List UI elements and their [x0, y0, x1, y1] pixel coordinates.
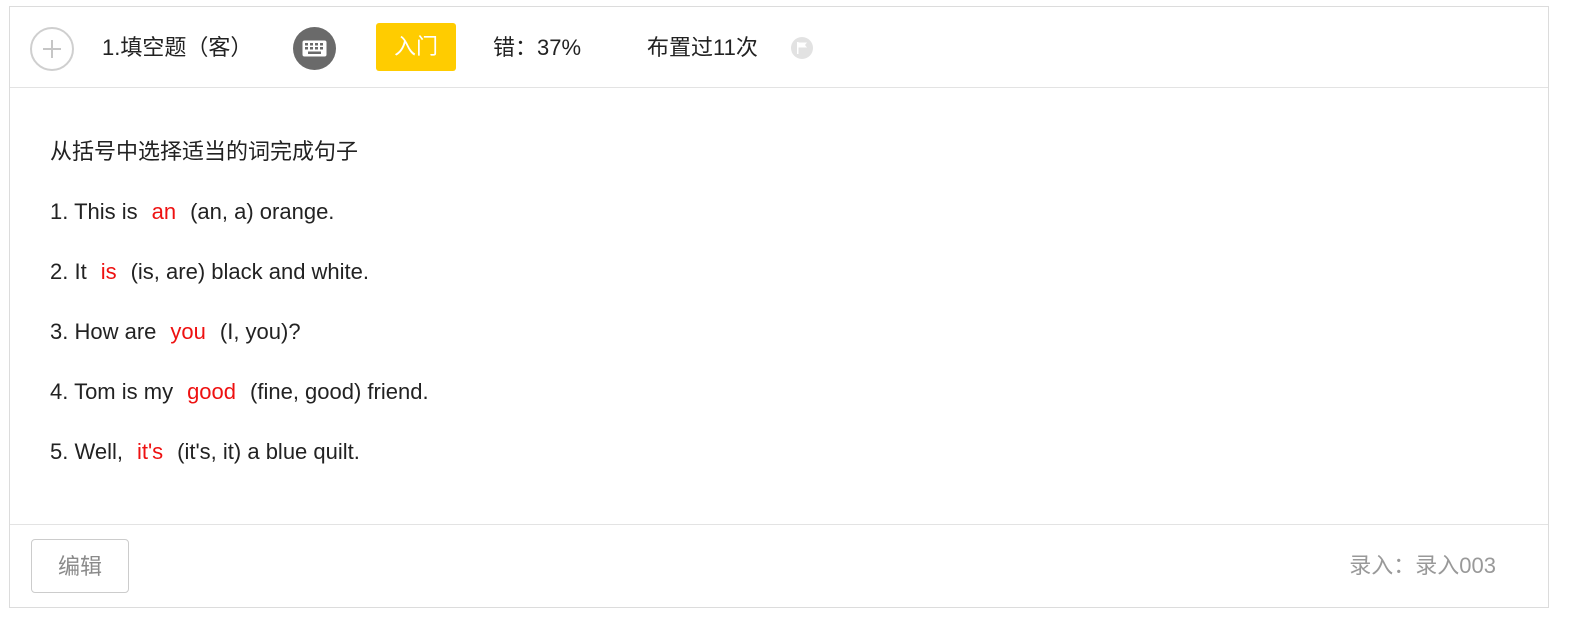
- question-body: 从括号中选择适当的词完成句子 1. This is an (an, a) orang…: [50, 137, 429, 497]
- question-title: 1.填空题（客）: [102, 35, 253, 60]
- answer-text: good: [187, 379, 237, 404]
- add-question-button[interactable]: [30, 27, 74, 71]
- answer-text: an: [151, 199, 177, 224]
- item-suffix: (I, you)?: [219, 319, 301, 344]
- error-rate: 错：37%: [493, 35, 582, 60]
- item-prefix: 2. It: [50, 259, 87, 284]
- keyboard-icon: [293, 27, 336, 70]
- item-suffix: (fine, good) friend.: [250, 379, 429, 404]
- question-item: 3. How are you (I, you)?: [50, 317, 429, 347]
- item-prefix: 1. This is: [50, 199, 138, 224]
- item-suffix: (an, a) orange.: [190, 199, 335, 224]
- item-prefix: 5. Well,: [50, 439, 123, 464]
- question-footer: 编辑 录入：录入003: [10, 524, 1548, 607]
- flag-icon[interactable]: [791, 37, 813, 59]
- answer-text: it's: [136, 439, 164, 464]
- entry-info: 录入：录入003: [1349, 553, 1496, 578]
- question-instruction: 从括号中选择适当的词完成句子: [50, 139, 359, 164]
- question-item: 1. This is an (an, a) orange.: [50, 197, 429, 227]
- difficulty-badge: 入门: [376, 23, 456, 71]
- question-item: 4. Tom is my good (fine, good) friend.: [50, 377, 429, 407]
- assigned-count: 布置过11次: [647, 35, 758, 60]
- item-suffix: (it's, it) a blue quilt.: [177, 439, 360, 464]
- answer-text: is: [100, 259, 117, 284]
- flag-glyph: [797, 42, 807, 54]
- question-card: 1.填空题（客） 入门 错：37% 布置过11次 从括号中选择适当的词完成句子 …: [9, 6, 1549, 608]
- question-header: 1.填空题（客） 入门 错：37% 布置过11次: [10, 7, 1548, 88]
- edit-button[interactable]: 编辑: [31, 539, 129, 593]
- question-item: 5. Well, it's (it's, it) a blue quilt.: [50, 437, 429, 467]
- answer-text: you: [170, 319, 206, 344]
- item-prefix: 4. Tom is my: [50, 379, 174, 404]
- item-suffix: (is, are) black and white.: [130, 259, 370, 284]
- question-item: 2. It is (is, are) black and white.: [50, 257, 429, 287]
- item-prefix: 3. How are: [50, 319, 157, 344]
- keyboard-glyph: [302, 40, 327, 57]
